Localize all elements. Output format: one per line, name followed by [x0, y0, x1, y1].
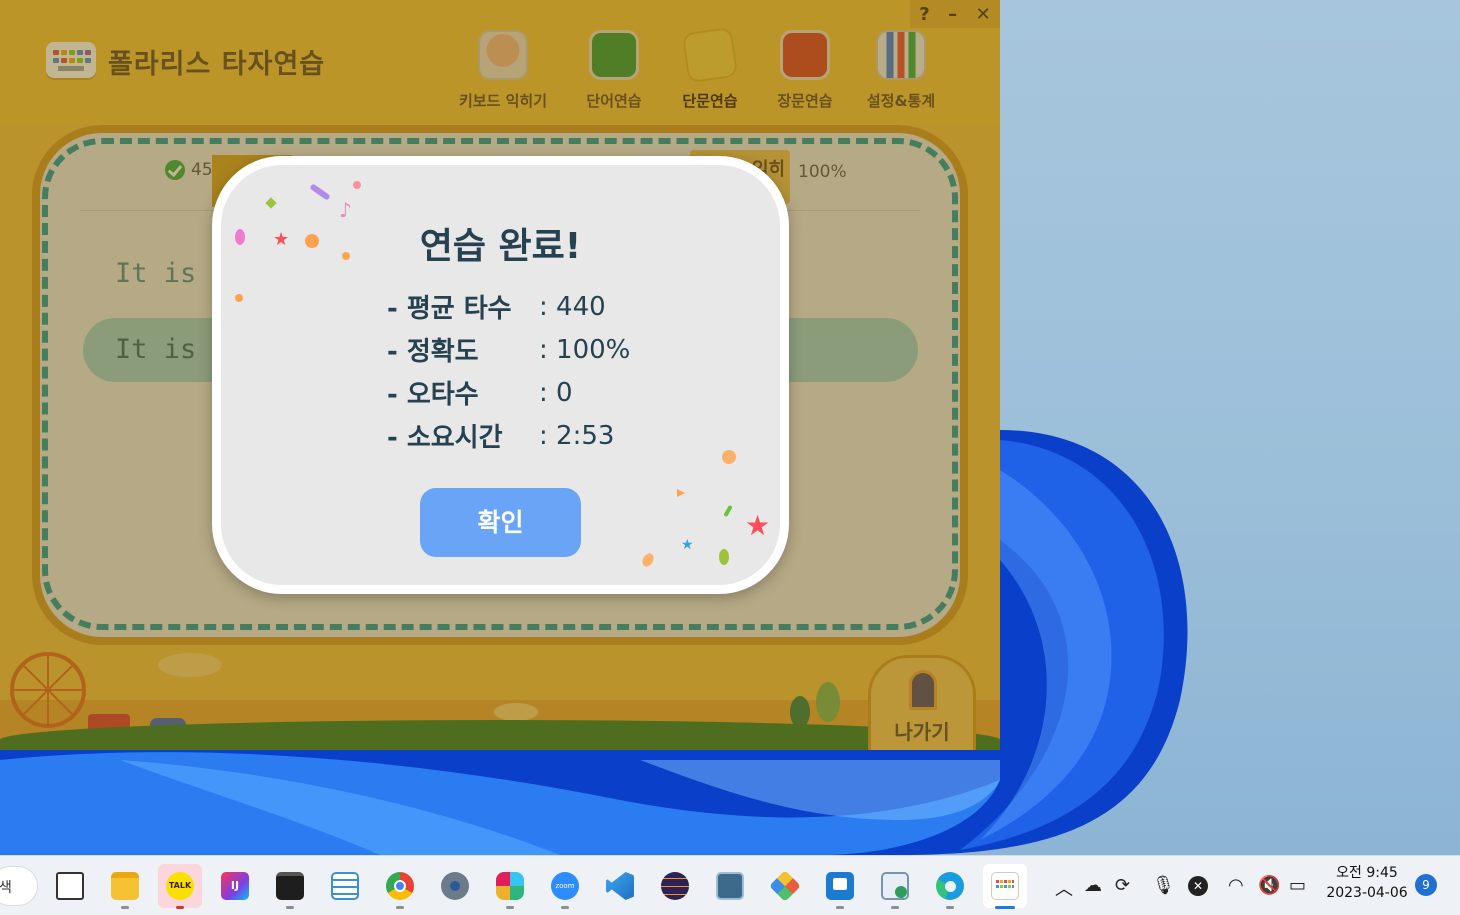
taskbar-chrome[interactable] [378, 864, 422, 909]
media-player-icon [881, 872, 909, 900]
taskbar-typing-practice[interactable] [983, 864, 1027, 909]
notification-badge[interactable]: 9 [1415, 874, 1437, 896]
result-label: - 정확도 [387, 337, 479, 367]
terminal-icon [276, 872, 304, 900]
taskbar-edge[interactable] [928, 864, 972, 909]
search-fragment: 색 [0, 880, 12, 896]
taskbar-zoom[interactable]: zoom [543, 864, 587, 909]
svg-text:★: ★ [681, 537, 694, 553]
chevron-up-icon[interactable]: ︿ [1055, 875, 1073, 901]
running-indicator [836, 906, 844, 909]
intellij-icon: IJ [221, 872, 249, 900]
edge-icon [936, 872, 964, 900]
notification-indicator [176, 906, 184, 909]
result-row-typos: - 오타수 : 0 [387, 371, 630, 414]
vscode-icon [606, 872, 634, 900]
running-indicator [121, 906, 129, 909]
taskbar-mysql-workbench[interactable] [708, 864, 752, 908]
dialog-title: 연습 완료! [419, 226, 582, 267]
result-value: : 100% [539, 334, 631, 365]
result-value: : 440 [539, 291, 606, 322]
result-row-speed: - 평균 타수 : 440 [387, 285, 630, 328]
active-indicator [995, 906, 1015, 909]
search-box[interactable]: 색 [0, 866, 38, 906]
taskbar: 색 TALK IJ zoom ︿ ☁ ⟳ 🎙 ✕ ◠ 🔇 ▭ [0, 855, 1460, 915]
mysql-workbench-icon [716, 872, 744, 900]
taskbar-vscode[interactable] [598, 864, 642, 908]
taskbar-eclipse[interactable] [653, 864, 697, 908]
sync-icon[interactable]: ⟳ [1115, 875, 1130, 896]
onedrive-cloud-icon[interactable]: ☁ [1084, 875, 1102, 896]
taskbar-kakaotalk[interactable]: TALK [158, 864, 202, 909]
zoom-icon: zoom [551, 872, 579, 900]
result-row-time: - 소요시간 : 2:53 [387, 414, 630, 457]
notepad-icon [331, 872, 359, 900]
clock[interactable]: 오전 9:45 2023-04-06 [1320, 863, 1414, 903]
wifi-icon[interactable]: ◠ [1228, 875, 1244, 896]
app-store-icon [826, 872, 854, 900]
taskbar-task-view[interactable] [48, 864, 92, 908]
taskbar-notepad[interactable] [323, 864, 367, 908]
kakaotalk-icon: TALK [166, 872, 194, 900]
battery-icon[interactable]: ▭ [1289, 875, 1306, 896]
taskbar-intellij[interactable]: IJ [213, 864, 257, 908]
result-value: : 2:53 [539, 420, 615, 451]
result-list: - 평균 타수 : 440 - 정확도 : 100% - 오타수 : 0 - 소… [387, 285, 630, 457]
running-indicator [891, 906, 899, 909]
running-indicator [946, 906, 954, 909]
taskbar-terminal[interactable] [268, 864, 312, 909]
result-value: : 0 [539, 377, 573, 408]
result-row-accuracy: - 정확도 : 100% [387, 328, 630, 371]
taskbar-sourcetree[interactable] [763, 864, 807, 908]
running-indicator [286, 906, 294, 909]
taskbar-file-explorer[interactable] [103, 864, 147, 909]
taskbar-slack[interactable] [488, 864, 532, 909]
completion-dialog: ♪ ★ ★ ★ 연습 완료! - 평균 타수 : 440 - 정확도 : 100… [212, 156, 789, 594]
typing-app-window: 폴라리스 타자연습 ? – ✕ 키보드 익히기 단어연습 단문연습 장문연습 설… [0, 0, 1000, 750]
result-label: - 평균 타수 [387, 294, 512, 324]
slack-icon [496, 872, 524, 900]
typing-practice-icon [991, 872, 1019, 900]
sourcetree-icon [769, 870, 801, 902]
clock-date: 2023-04-06 [1326, 885, 1408, 901]
result-label: - 소요시간 [387, 423, 503, 453]
speaker-muted-icon[interactable]: 🔇 [1258, 875, 1280, 896]
running-indicator [506, 906, 514, 909]
clock-time: 오전 9:45 [1336, 865, 1398, 881]
eclipse-icon [661, 872, 689, 900]
confirm-button[interactable]: 확인 [420, 488, 581, 557]
chrome-icon [386, 872, 414, 900]
taskbar-settings[interactable] [433, 864, 477, 908]
microphone-icon[interactable]: 🎙 [1152, 875, 1175, 896]
close-circle-icon[interactable]: ✕ [1188, 876, 1208, 896]
taskbar-media-player[interactable] [873, 864, 917, 909]
svg-text:★: ★ [745, 509, 770, 542]
task-view-icon [56, 872, 84, 900]
file-explorer-icon [111, 872, 139, 900]
taskbar-app-store[interactable] [818, 864, 862, 909]
result-label: - 오타수 [387, 380, 479, 410]
settings-icon [441, 872, 469, 900]
running-indicator [396, 906, 404, 909]
running-indicator [561, 906, 569, 909]
